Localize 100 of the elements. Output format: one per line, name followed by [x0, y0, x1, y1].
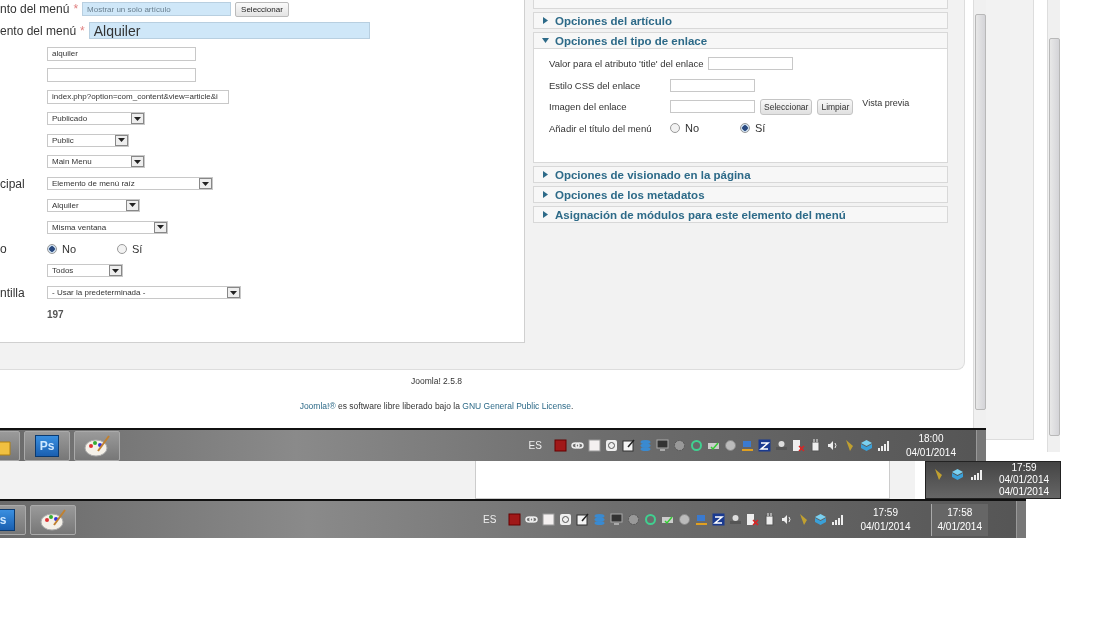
- version-text: Joomla! 2.5.8: [411, 376, 462, 386]
- coin-icon[interactable]: [678, 513, 692, 526]
- text-field[interactable]: [670, 100, 755, 114]
- clock[interactable]: 17:58 4/01/2014: [930, 503, 988, 536]
- taskbar-app[interactable]: [30, 504, 76, 535]
- accordion-header[interactable]: Opciones de los metadatos: [533, 186, 948, 203]
- app-square-icon[interactable]: [508, 513, 522, 526]
- text-field[interactable]: [707, 57, 793, 71]
- photoshop-logo: s: [0, 508, 15, 531]
- ring-icon[interactable]: [689, 439, 703, 452]
- caret-icon: [230, 290, 237, 295]
- notepad-icon[interactable]: [621, 439, 635, 452]
- photoshop-logo: Ps: [35, 434, 59, 457]
- required-mark: *: [80, 23, 85, 38]
- chain-icon[interactable]: [525, 513, 539, 526]
- clear-button[interactable]: Limpiar: [817, 98, 854, 115]
- notepad-icon[interactable]: [576, 513, 590, 526]
- clock[interactable]: 18:00 04/01/2014: [905, 431, 956, 460]
- select-field[interactable]: Todos: [47, 264, 123, 277]
- language-indicator[interactable]: ES: [483, 514, 497, 525]
- accordion-header[interactable]: Opciones de visionado en la página: [533, 166, 948, 183]
- signal-icon[interactable]: [876, 439, 890, 452]
- disc-icon[interactable]: [604, 439, 618, 452]
- select-button[interactable]: Seleccionar: [760, 98, 813, 115]
- monitor-icon[interactable]: [655, 439, 669, 452]
- plug-icon[interactable]: [808, 439, 822, 452]
- license-link[interactable]: Joomla!®: [299, 401, 336, 411]
- text-field[interactable]: alquiler: [47, 46, 196, 61]
- triangle-right-icon: [542, 191, 549, 198]
- radio-button[interactable]: [117, 243, 127, 254]
- taskbar-app[interactable]: Ps: [24, 430, 70, 461]
- text-field[interactable]: index.php?option=com_content&view=article&i: [47, 89, 229, 104]
- box-icon[interactable]: [951, 467, 964, 481]
- text-field[interactable]: [47, 68, 196, 83]
- grid-icon[interactable]: [542, 513, 556, 526]
- speaker-icon[interactable]: [780, 513, 794, 526]
- caret-icon: [118, 138, 125, 143]
- gear-icon[interactable]: [672, 439, 686, 452]
- speaker-icon[interactable]: [825, 439, 839, 452]
- text-field[interactable]: [670, 78, 755, 92]
- signal-icon[interactable]: [970, 467, 983, 481]
- box-icon[interactable]: [814, 513, 828, 526]
- grid-icon[interactable]: [587, 439, 601, 452]
- app-square-icon[interactable]: [553, 439, 567, 452]
- select-button[interactable]: Seleccionar: [235, 1, 289, 17]
- select-field[interactable]: Main Menu: [47, 155, 145, 169]
- accordion-header[interactable]: Opciones del artículo: [533, 12, 948, 29]
- triangle-right-icon: [542, 171, 549, 178]
- field-label: ntilla: [0, 285, 26, 300]
- field-label: nto del menú: [0, 2, 70, 16]
- select-field[interactable]: Misma ventana: [47, 220, 168, 234]
- license-text: Joomla!® es software libre liberado bajo la GNU General Public License.: [299, 401, 574, 411]
- required-mark: *: [73, 2, 79, 16]
- triangle-down-icon: [542, 37, 549, 44]
- accordion-header[interactable]: Asignación de módulos para este elemento del menú: [533, 206, 948, 223]
- signal-icon[interactable]: [831, 513, 845, 526]
- radio-label: Sí: [755, 122, 766, 135]
- plug-icon[interactable]: [763, 513, 777, 526]
- menu-type-field[interactable]: Mostrar un solo artículo: [82, 2, 232, 16]
- title-field[interactable]: Alquiler: [88, 22, 370, 39]
- tile-icon[interactable]: [712, 513, 726, 526]
- ring-icon[interactable]: [644, 513, 658, 526]
- scrollbar[interactable]: [973, 0, 986, 428]
- tile-icon[interactable]: [757, 439, 771, 452]
- caret-icon: [134, 159, 141, 164]
- language-indicator[interactable]: ES: [528, 440, 542, 451]
- select-field[interactable]: Elemento de menú raíz: [47, 177, 213, 190]
- triangle-right-icon: [542, 17, 549, 24]
- field-label: Añadir el título del menú: [549, 122, 653, 134]
- scrollbar[interactable]: [1047, 0, 1060, 452]
- field-label: o: [0, 241, 8, 256]
- monitor-icon[interactable]: [610, 513, 624, 526]
- radio-label: Sí: [132, 242, 143, 255]
- taskbar-app[interactable]: s: [0, 504, 26, 535]
- taskbar-app[interactable]: [74, 430, 120, 461]
- field-label: Estilo CSS del enlace: [549, 79, 642, 91]
- radio-label: No: [685, 122, 700, 135]
- caret-icon: [129, 203, 136, 208]
- field-label: ento del menú: [0, 23, 77, 38]
- id-value: 197: [47, 309, 64, 320]
- triangle-right-icon: [542, 211, 549, 218]
- disc-icon[interactable]: [559, 513, 573, 526]
- license-link[interactable]: GNU General Public License: [462, 401, 571, 411]
- flag-icon[interactable]: [791, 439, 805, 452]
- clock-date: 04/01/2014: [997, 486, 1051, 498]
- clock[interactable]: 17:59 04/01/2014: [999, 462, 1050, 486]
- accordion-header[interactable]: Opciones del tipo de enlace: [533, 32, 948, 49]
- box-icon[interactable]: [859, 439, 873, 452]
- clock[interactable]: 17:59 04/01/2014: [860, 505, 911, 534]
- select-field[interactable]: Alquiler: [47, 198, 140, 212]
- radio-button[interactable]: [47, 243, 57, 254]
- select-field[interactable]: Publicado: [47, 112, 145, 125]
- radio-button[interactable]: [670, 123, 680, 134]
- radio-button[interactable]: [740, 123, 750, 134]
- coin-icon[interactable]: [723, 439, 737, 452]
- select-field[interactable]: - Usar la predeterminada -: [47, 286, 241, 299]
- flag-icon[interactable]: [746, 513, 760, 526]
- select-field[interactable]: Public: [47, 133, 129, 147]
- field-label: Valor para el atributo 'title' del enlace: [549, 58, 704, 70]
- chain-icon[interactable]: [570, 439, 584, 452]
